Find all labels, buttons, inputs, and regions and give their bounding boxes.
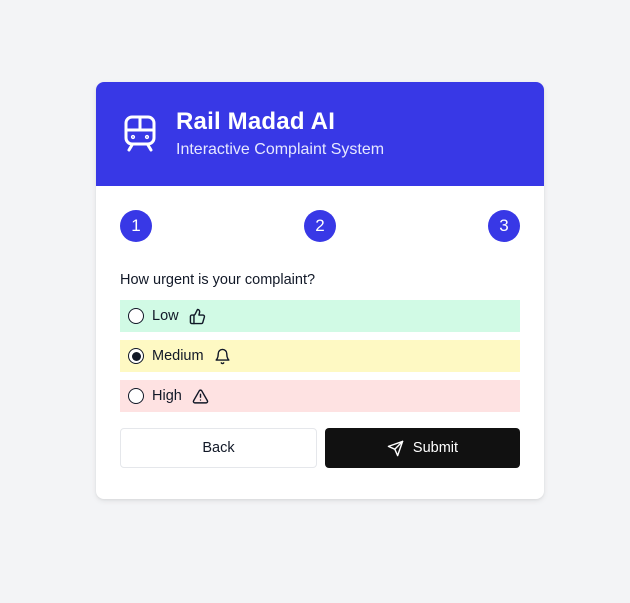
complaint-card: Rail Madad AI Interactive Complaint Syst… xyxy=(96,82,544,499)
send-icon xyxy=(387,440,404,456)
action-buttons: Back Submit xyxy=(120,428,520,468)
option-medium-label: Medium xyxy=(152,348,204,364)
radio-high[interactable] xyxy=(128,388,144,404)
train-icon xyxy=(124,115,156,152)
step-3: 3 xyxy=(488,210,520,242)
option-low-label: Low xyxy=(152,308,179,324)
bell-icon xyxy=(214,348,230,364)
card-body: 1 2 3 How urgent is your complaint? Low … xyxy=(96,186,544,468)
step-2: 2 xyxy=(304,210,336,242)
option-low[interactable]: Low xyxy=(120,300,520,332)
card-header: Rail Madad AI Interactive Complaint Syst… xyxy=(96,82,544,186)
urgency-options: Low Medium High xyxy=(120,300,520,412)
step-1: 1 xyxy=(120,210,152,242)
submit-button-label: Submit xyxy=(412,440,459,456)
option-high-label: High xyxy=(152,388,182,404)
radio-low[interactable] xyxy=(128,308,144,324)
back-button-label: Back xyxy=(202,440,235,456)
thumbs-up-icon xyxy=(189,308,205,324)
radio-medium[interactable] xyxy=(128,348,144,364)
header-text: Rail Madad AI Interactive Complaint Syst… xyxy=(176,108,384,160)
warning-icon xyxy=(192,388,209,404)
option-medium[interactable]: Medium xyxy=(120,340,520,372)
option-high[interactable]: High xyxy=(120,380,520,412)
back-button[interactable]: Back xyxy=(120,428,317,468)
submit-button[interactable]: Submit xyxy=(325,428,520,468)
app-subtitle: Interactive Complaint System xyxy=(176,141,385,158)
question-label: How urgent is your complaint? xyxy=(120,272,316,288)
app-title: Rail Madad AI xyxy=(176,108,336,135)
step-indicator: 1 2 3 xyxy=(120,210,520,242)
